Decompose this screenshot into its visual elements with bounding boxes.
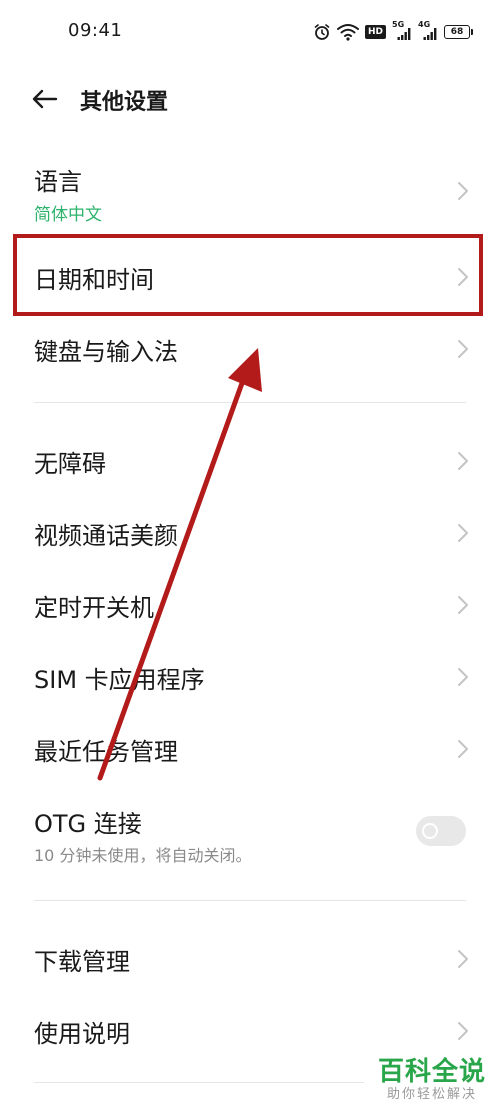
chevron-right-icon <box>458 668 468 686</box>
item-title: 定时开关机 <box>34 594 154 622</box>
item-title: 使用说明 <box>34 1020 130 1048</box>
battery-icon: 68 <box>444 25 473 39</box>
wifi-icon <box>336 23 359 41</box>
item-title: 视频通话美颜 <box>34 522 178 550</box>
item-title: 最近任务管理 <box>34 738 178 766</box>
watermark-sub: 助你轻松解决 <box>386 1087 477 1102</box>
page-title: 其他设置 <box>80 90 169 115</box>
item-title: 日期和时间 <box>34 266 154 294</box>
settings-item-keyboard[interactable]: 键盘与输入法 <box>0 312 500 384</box>
settings-item-accessibility[interactable]: 无障碍 <box>0 424 500 496</box>
settings-item-date-time[interactable]: 日期和时间 <box>0 240 500 312</box>
settings-item-sim-toolkit[interactable]: SIM 卡应用程序 <box>0 640 500 712</box>
item-title: 下载管理 <box>34 948 130 976</box>
chevron-right-icon <box>458 268 468 286</box>
signal-4g-icon: 4G <box>418 20 438 42</box>
item-title: 语言 <box>34 168 82 196</box>
item-title: OTG 连接 <box>34 810 142 838</box>
chevron-right-icon <box>458 182 468 200</box>
status-icons: HD 5G 4G 68 <box>313 20 473 42</box>
status-bar: 09:41 HD 5G 4G 68 <box>0 0 500 62</box>
header: 其他设置 <box>0 78 500 122</box>
item-description: 10 分钟未使用，将自动关闭。 <box>34 846 252 865</box>
settings-item-video-beauty[interactable]: 视频通话美颜 <box>0 496 500 568</box>
settings-item-otg: OTG 连接 10 分钟未使用，将自动关闭。 <box>0 790 500 878</box>
hd-icon: HD <box>364 25 386 39</box>
chevron-right-icon <box>458 596 468 614</box>
item-title: 键盘与输入法 <box>34 338 178 366</box>
screen: 09:41 HD 5G 4G 68 其他设置 语言 简体中文 日期和时间 键盘与… <box>0 0 500 1111</box>
back-arrow-icon <box>32 89 58 109</box>
chevron-right-icon <box>458 950 468 968</box>
item-title: SIM 卡应用程序 <box>34 666 205 694</box>
settings-item-recent-tasks[interactable]: 最近任务管理 <box>0 712 500 784</box>
item-title: 无障碍 <box>34 450 106 478</box>
settings-item-scheduled-power[interactable]: 定时开关机 <box>0 568 500 640</box>
signal-5g-icon: 5G <box>392 20 412 42</box>
watermark-logo: 百科全说 助你轻松解决 <box>378 1057 486 1103</box>
divider <box>34 1082 364 1083</box>
status-time: 09:41 <box>68 20 123 41</box>
watermark-main: 百科全说 <box>377 1057 486 1087</box>
back-button[interactable] <box>28 82 62 116</box>
otg-toggle[interactable] <box>416 816 466 846</box>
chevron-right-icon <box>458 524 468 542</box>
divider <box>34 900 466 901</box>
chevron-right-icon <box>458 1022 468 1040</box>
settings-item-downloads[interactable]: 下载管理 <box>0 922 500 994</box>
alarm-icon <box>313 23 331 41</box>
item-value: 简体中文 <box>34 205 102 225</box>
settings-item-language[interactable]: 语言 简体中文 <box>0 150 500 232</box>
toggle-knob <box>422 823 438 839</box>
chevron-right-icon <box>458 340 468 358</box>
chevron-right-icon <box>458 452 468 470</box>
chevron-right-icon <box>458 740 468 758</box>
divider <box>34 402 466 403</box>
settings-item-manual[interactable]: 使用说明 <box>0 994 500 1066</box>
